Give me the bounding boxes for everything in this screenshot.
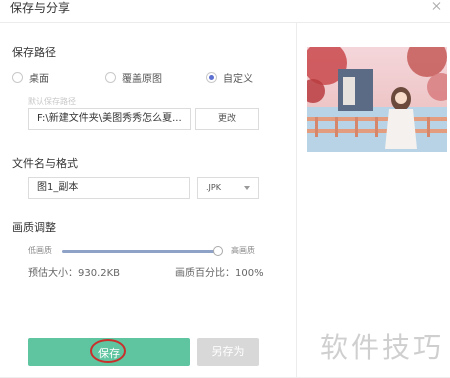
quality-slider-track[interactable] (62, 250, 218, 253)
radio-dot (105, 71, 116, 83)
change-path-button[interactable]: 更改 (195, 108, 259, 130)
save-button[interactable]: 保存 (28, 338, 190, 366)
save-path-field[interactable]: F:\新建文件夹\美图秀秀怎么夏... (28, 108, 191, 130)
radio-label: 覆盖原图 (122, 73, 162, 85)
estimated-size: 预估大小：930.2KB (28, 268, 121, 279)
radio-overwrite[interactable]: 覆盖原图 (105, 69, 162, 85)
radio-custom[interactable]: 自定义 (206, 69, 253, 85)
file-name-format-title: 文件名与格式 (12, 157, 78, 170)
radio-label: 自定义 (223, 73, 253, 85)
dialog-title: 保存与分享 (10, 1, 71, 15)
watermark-text: 软件技巧 (320, 331, 445, 364)
chevron-down-icon (244, 186, 250, 190)
default-path-hint: 默认保存路径 (28, 97, 76, 106)
radio-label: 桌面 (29, 73, 49, 85)
close-icon[interactable] (430, 0, 444, 14)
radio-dot (12, 71, 23, 83)
save-path-options: 桌面 覆盖原图 自定义 (12, 69, 292, 85)
save-path-title: 保存路径 (12, 46, 56, 59)
save-as-button[interactable]: 另存为 (197, 338, 259, 366)
radio-desktop[interactable]: 桌面 (12, 69, 49, 85)
format-select[interactable]: .JPK (197, 177, 259, 199)
highlight-circle (90, 339, 126, 363)
quality-title: 画质调整 (12, 221, 56, 234)
dialog-titlebar: 保存与分享 (0, 0, 450, 23)
high-quality-label: 高画质 (231, 246, 255, 255)
radio-dot-selected (206, 71, 217, 83)
quality-percent: 画质百分比：100% (175, 268, 264, 279)
image-preview (307, 47, 447, 152)
low-quality-label: 低画质 (28, 246, 52, 255)
file-name-input[interactable]: 图1_副本 (28, 177, 190, 199)
panel-divider (296, 23, 297, 378)
quality-slider-thumb[interactable] (213, 246, 223, 256)
format-value: .JPK (206, 183, 221, 192)
